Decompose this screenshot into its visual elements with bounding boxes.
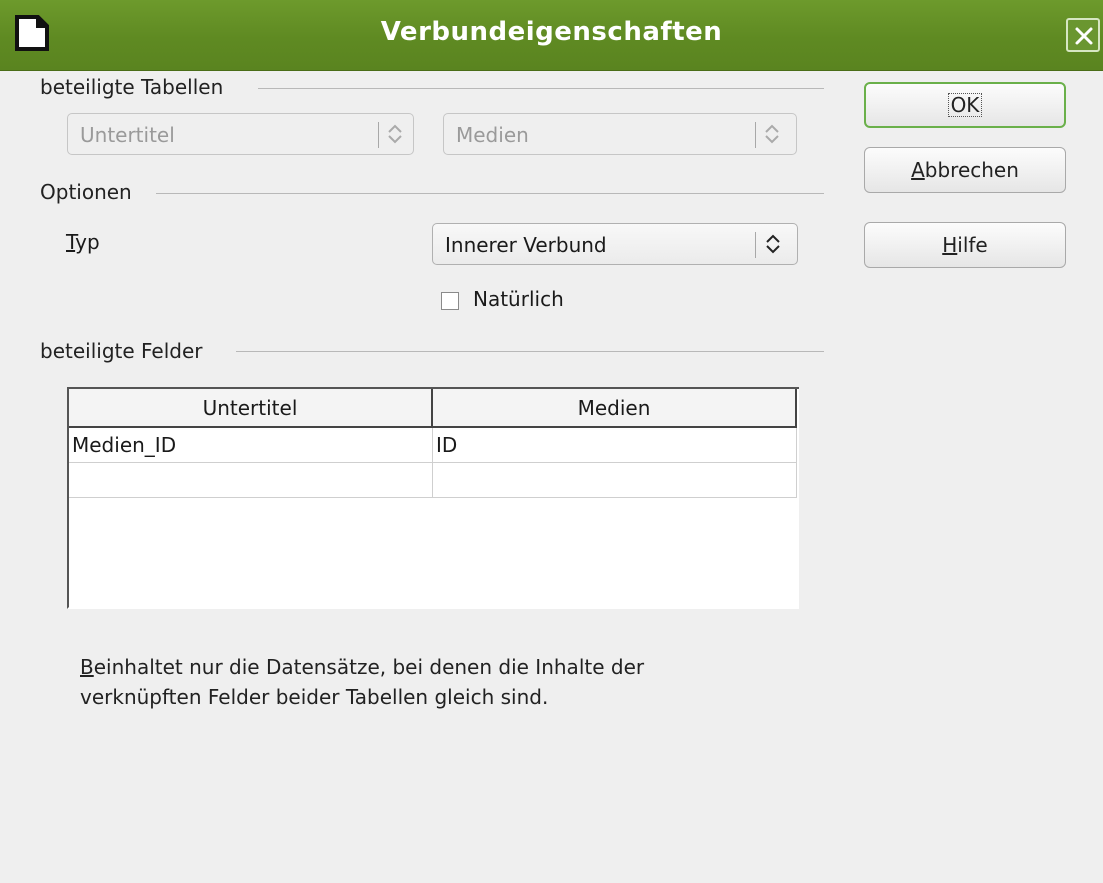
titlebar: Verbundeigenschaften bbox=[0, 0, 1103, 71]
separator-options bbox=[156, 193, 824, 194]
right-table-value: Medien bbox=[456, 123, 529, 147]
table-cell[interactable] bbox=[69, 463, 433, 498]
table-cell[interactable] bbox=[433, 463, 797, 498]
join-type-select[interactable]: Innerer Verbund bbox=[432, 223, 798, 265]
group-label-tables: beteiligte Tabellen bbox=[40, 75, 224, 99]
right-table-select[interactable]: Medien bbox=[443, 113, 797, 155]
spin-updown-icon bbox=[766, 234, 780, 254]
left-table-select[interactable]: Untertitel bbox=[67, 113, 414, 155]
separator-tables bbox=[258, 88, 824, 89]
column-header-right[interactable]: Medien bbox=[433, 389, 797, 428]
spin-updown-icon bbox=[765, 124, 779, 144]
natural-checkbox[interactable] bbox=[441, 292, 459, 310]
cancel-button[interactable]: Abbrechen bbox=[864, 147, 1066, 193]
table-cell[interactable]: ID bbox=[433, 428, 797, 463]
fields-table[interactable]: Untertitel Medien Medien_ID ID bbox=[67, 387, 799, 609]
column-header-left[interactable]: Untertitel bbox=[69, 389, 433, 428]
type-label: Typ bbox=[66, 230, 100, 254]
spin-updown-icon bbox=[388, 124, 402, 144]
dialog-title: Verbundeigenschaften bbox=[380, 17, 723, 47]
group-label-options: Optionen bbox=[40, 180, 132, 204]
ok-button[interactable]: OK bbox=[864, 82, 1066, 128]
close-button[interactable] bbox=[1066, 18, 1100, 52]
left-table-value: Untertitel bbox=[80, 123, 175, 147]
join-description: Beinhaltet nur die Datensätze, bei denen… bbox=[80, 655, 645, 709]
table-cell[interactable]: Medien_ID bbox=[69, 428, 433, 463]
group-label-fields: beteiligte Felder bbox=[40, 339, 203, 363]
help-button[interactable]: Hilfe bbox=[864, 222, 1066, 268]
close-icon bbox=[1075, 27, 1093, 45]
join-type-value: Innerer Verbund bbox=[445, 233, 607, 257]
separator-fields bbox=[236, 351, 824, 352]
natural-label: Natürlich bbox=[473, 287, 564, 311]
